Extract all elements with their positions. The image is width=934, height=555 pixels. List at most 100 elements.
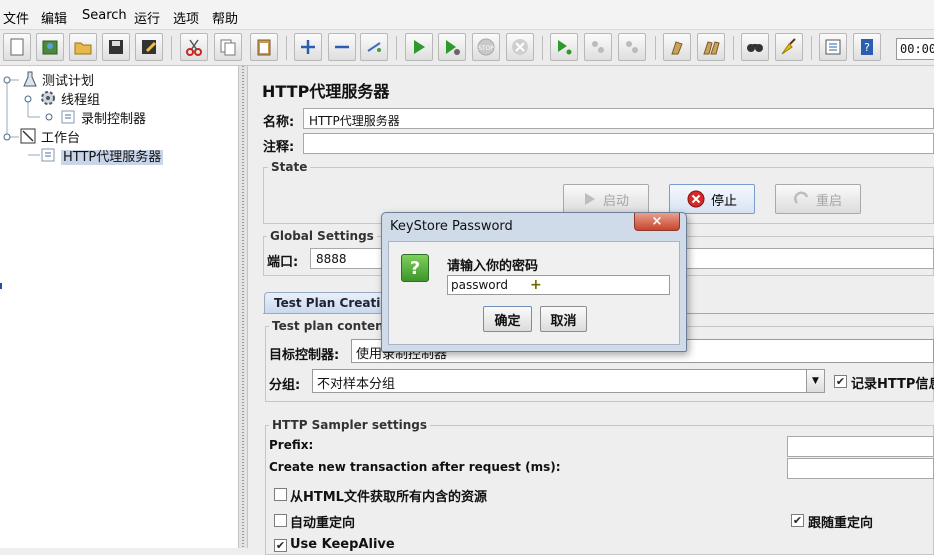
collapse-icon[interactable] [328, 33, 356, 61]
restart-button-label: 重启 [815, 193, 842, 209]
start-no-pause-icon[interactable] [438, 33, 466, 61]
toolbar-separator [811, 36, 812, 60]
menu-options[interactable]: 选项 [173, 8, 199, 27]
stop-button[interactable]: 停止 [669, 184, 755, 214]
remote-shutdown-icon[interactable] [618, 33, 646, 61]
menu-file[interactable]: 文件 [3, 8, 29, 27]
function-helper-icon[interactable] [819, 33, 847, 61]
new-icon[interactable] [3, 33, 31, 61]
open-icon[interactable] [69, 33, 97, 61]
comment-label: 注释: [263, 140, 295, 155]
stop-button-label: 停止 [710, 193, 737, 209]
recording-controller-icon [61, 110, 75, 124]
tree-node-label: HTTP代理服务器 [61, 150, 164, 165]
create-transaction-label: Create new transaction after request (ms… [269, 460, 561, 474]
start-button-label: 启动 [602, 193, 629, 209]
auto-redirect-label: 自动重定向 [290, 516, 356, 531]
retrieve-resources-checkbox[interactable] [274, 488, 287, 501]
paste-icon[interactable] [250, 33, 278, 61]
start-icon[interactable] [405, 33, 433, 61]
follow-redirect-label: 跟随重定向 [808, 516, 874, 531]
elapsed-timer: 00:00 [896, 38, 934, 60]
password-input[interactable]: password [447, 275, 670, 295]
expand-icon[interactable] [294, 33, 322, 61]
tree-node-label: 测试计划 [42, 74, 95, 89]
save-as-icon[interactable] [135, 33, 163, 61]
prefix-field[interactable] [787, 436, 934, 457]
cancel-button[interactable]: 取消 [540, 306, 587, 332]
record-http-label: 记录HTTP信息 [851, 377, 934, 392]
auto-redirect-checkbox[interactable] [274, 514, 287, 527]
remote-stop-icon[interactable] [584, 33, 612, 61]
dialog-body: ? 请输入你的密码 password 确定 取消 [388, 241, 680, 345]
port-label: 端口: [267, 255, 299, 270]
test-plan-content-title: Test plan content [269, 319, 393, 333]
name-field[interactable]: HTTP代理服务器 [303, 108, 934, 129]
comment-field[interactable] [303, 133, 934, 154]
ok-button[interactable]: 确定 [483, 306, 532, 332]
global-settings-title: Global Settings [267, 229, 377, 243]
help-icon[interactable]: ? [853, 33, 881, 61]
mouse-cursor-icon: + [530, 277, 542, 293]
target-controller-label: 目标控制器: [269, 348, 340, 363]
grouping-select[interactable]: 不对样本分组 ▼ [312, 369, 825, 393]
tree-node-recording-controller[interactable]: 录制控制器 [60, 108, 146, 127]
test-plan-tree: 测试计划 线程组 录制控制器 工作台 HTTP代理服务器 [0, 66, 238, 548]
close-icon[interactable]: × [634, 213, 680, 231]
search-icon[interactable] [741, 33, 769, 61]
prefix-label: Prefix: [269, 438, 314, 452]
svg-text:STOP: STOP [478, 45, 494, 52]
shutdown-icon[interactable] [506, 33, 534, 61]
chevron-down-icon[interactable]: ▼ [806, 370, 824, 392]
toolbar-separator [733, 36, 734, 60]
menu-run[interactable]: 运行 [134, 8, 160, 27]
tree-node-workbench[interactable]: 工作台 [20, 127, 80, 146]
copy-icon[interactable] [214, 33, 242, 61]
menu-edit[interactable]: 编辑 [41, 8, 67, 27]
toolbar: STOP ? [0, 30, 934, 66]
toolbar-separator [171, 36, 172, 60]
follow-redirect-checkbox[interactable]: ✔ [791, 514, 804, 527]
toolbar-separator [655, 36, 656, 60]
stop-icon [687, 190, 705, 208]
question-icon: ? [401, 254, 429, 282]
menu-search[interactable]: Search [82, 8, 127, 23]
workbench-icon [20, 128, 36, 144]
toolbar-separator [396, 36, 397, 60]
remote-start-icon[interactable] [550, 33, 578, 61]
grouping-label: 分组: [269, 378, 301, 393]
keepalive-label: Use KeepAlive [290, 537, 395, 552]
tree-node-thread-group[interactable]: 线程组 [40, 89, 100, 108]
grouping-value: 不对样本分组 [317, 377, 396, 392]
tree-node-proxy-server[interactable]: HTTP代理服务器 [40, 146, 164, 165]
toggle-icon[interactable] [360, 33, 388, 61]
tree-node-test-plan[interactable]: 测试计划 [22, 70, 94, 89]
keepalive-checkbox[interactable]: ✔ [274, 539, 287, 552]
start-button[interactable]: 启动 [563, 184, 649, 214]
restart-button[interactable]: 重启 [775, 184, 861, 214]
menu-help[interactable]: 帮助 [212, 8, 238, 27]
thread-group-icon [41, 91, 55, 105]
proxy-server-icon [41, 148, 55, 162]
record-http-checkbox[interactable]: ✔ [834, 375, 847, 388]
clear-icon[interactable] [663, 33, 691, 61]
tree-node-label: 线程组 [61, 93, 101, 108]
http-sampler-settings-title: HTTP Sampler settings [269, 418, 430, 432]
state-group-title: State [268, 160, 311, 174]
cut-icon[interactable] [180, 33, 208, 61]
templates-icon[interactable] [36, 33, 64, 61]
start-icon [584, 193, 595, 205]
menu-bar: 文件 编辑 Search 运行 选项 帮助 [0, 0, 934, 30]
restart-icon [794, 191, 809, 204]
reset-search-icon[interactable] [775, 33, 803, 61]
create-transaction-field[interactable] [787, 458, 934, 479]
stop-icon[interactable]: STOP [472, 33, 500, 61]
split-pane-divider[interactable] [238, 66, 248, 548]
test-plan-icon [23, 71, 37, 87]
name-label: 名称: [263, 115, 295, 130]
save-icon[interactable] [102, 33, 130, 61]
toolbar-separator [286, 36, 287, 60]
tree-node-label: 录制控制器 [81, 112, 147, 127]
tree-scroll-marker [0, 283, 2, 289]
clear-all-icon[interactable] [697, 33, 725, 61]
